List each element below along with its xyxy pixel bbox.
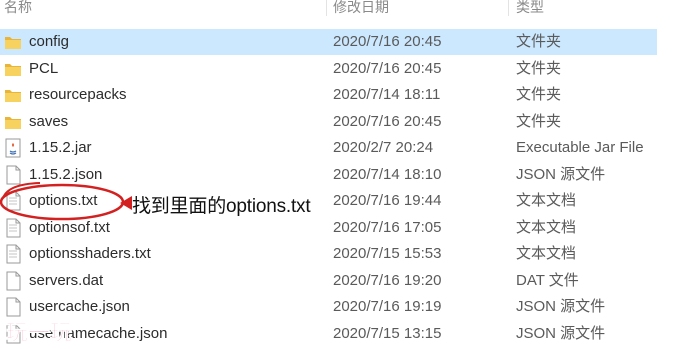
java-jar-icon (3, 138, 23, 158)
file-modified-date: 2020/7/16 17:05 (333, 218, 442, 236)
file-modified-date: 2020/7/16 19:19 (333, 298, 442, 315)
file-name: 1.15.2.json (29, 165, 103, 183)
file-name: servers.dat (29, 271, 104, 289)
file-type: Executable Jar File (516, 139, 644, 156)
file-modified-date: 2020/7/15 15:53 (333, 245, 442, 262)
watermark-logo: 玩一玩 (6, 321, 73, 346)
column-divider[interactable] (508, 0, 509, 16)
document-icon (3, 271, 23, 291)
file-type: JSON 源文件 (516, 324, 606, 342)
file-name: optionsof.txt (29, 218, 110, 236)
file-modified-date: 2020/7/16 19:44 (333, 192, 442, 209)
file-modified-date: 2020/7/16 20:45 (333, 59, 442, 77)
column-header-bar: 名称 修改日期 类型 (0, 0, 681, 16)
file-modified-date: 2020/7/14 18:10 (333, 165, 442, 183)
file-name: config (29, 33, 70, 50)
file-type: JSON 源文件 (516, 298, 606, 315)
column-header-name[interactable]: 名称 (4, 0, 32, 17)
file-type: 文本文档 (516, 192, 577, 209)
file-row[interactable]: options.txt 2020/7/16 19:44 文本文档 (0, 188, 681, 214)
file-name: saves (29, 112, 69, 130)
file-type: DAT 文件 (516, 271, 579, 289)
file-name: 1.15.2.jar (29, 139, 92, 156)
file-row[interactable]: 1.15.2.jar 2020/2/7 20:24 Executable Jar F… (0, 135, 681, 161)
file-row[interactable]: usercache.json 2020/7/16 19:19 JSON 源文件 (0, 294, 681, 320)
file-row[interactable]: optionsshaders.txt 2020/7/15 15:53 文本文档 (0, 241, 681, 267)
file-type: 文件夹 (516, 112, 562, 130)
file-type: 文本文档 (516, 245, 577, 262)
file-row[interactable]: PCL 2020/7/16 20:45 文件夹 (0, 56, 681, 82)
file-name: resourcepacks (29, 86, 127, 103)
folder-icon (3, 112, 23, 132)
folder-icon (3, 59, 23, 79)
file-name: PCL (29, 59, 59, 77)
file-name: optionsshaders.txt (29, 245, 151, 262)
file-name: options.txt (29, 192, 98, 209)
file-row[interactable]: usernamecache.json 2020/7/15 13:15 JSON 源文… (0, 321, 681, 347)
file-row[interactable]: servers.dat 2020/7/16 19:20 DAT 文件 (0, 268, 681, 294)
column-header-type[interactable]: 类型 (516, 0, 544, 17)
document-icon (3, 297, 23, 317)
file-type: 文件夹 (516, 33, 562, 50)
file-type: 文件夹 (516, 86, 562, 103)
text-file-icon (3, 218, 23, 238)
watermark-text: 玩一玩 (6, 321, 72, 346)
text-file-icon (3, 191, 23, 211)
file-modified-date: 2020/7/16 19:20 (333, 271, 442, 289)
annotation-text: 找到里面的options.txt (132, 196, 311, 217)
file-row[interactable]: config 2020/7/16 20:45 文件夹 (0, 29, 657, 55)
file-row[interactable]: resourcepacks 2020/7/14 18:11 文件夹 (0, 82, 681, 108)
column-divider[interactable] (326, 0, 327, 16)
column-header-date[interactable]: 修改日期 (333, 0, 389, 17)
file-modified-date: 2020/7/14 18:11 (333, 86, 441, 103)
text-file-icon (3, 244, 23, 264)
folder-icon (3, 85, 23, 105)
file-row[interactable]: saves 2020/7/16 20:45 文件夹 (0, 109, 681, 135)
file-type: 文件夹 (516, 59, 562, 77)
file-modified-date: 2020/7/16 20:45 (333, 33, 442, 50)
file-modified-date: 2020/7/15 13:15 (333, 324, 442, 342)
file-row[interactable]: optionsof.txt 2020/7/16 17:05 文本文档 (0, 215, 681, 241)
file-modified-date: 2020/7/16 20:45 (333, 112, 442, 130)
folder-icon (3, 32, 23, 52)
document-icon (3, 165, 23, 185)
file-type: 文本文档 (516, 218, 577, 236)
file-type: JSON 源文件 (516, 165, 606, 183)
file-modified-date: 2020/2/7 20:24 (333, 139, 434, 156)
file-row[interactable]: 1.15.2.json 2020/7/14 18:10 JSON 源文件 (0, 162, 681, 188)
